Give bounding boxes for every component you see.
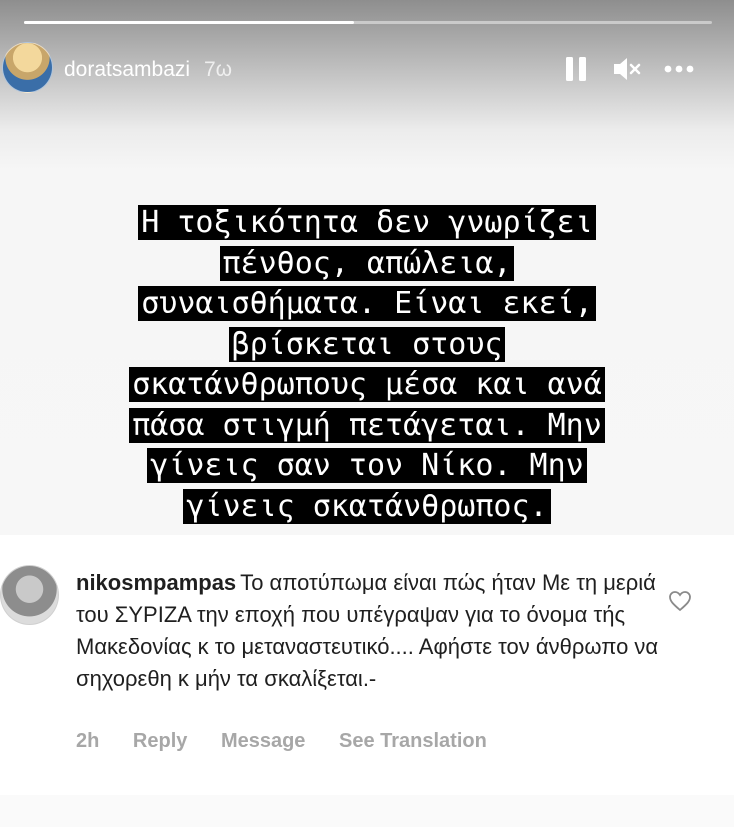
message-button[interactable]: Message	[221, 730, 306, 752]
story-text-line: Η τοξικότητα δεν γνωρίζει	[60, 203, 674, 244]
more-icon[interactable]	[662, 52, 696, 86]
story-progress-bar	[24, 21, 712, 24]
comment-time: 2h	[76, 730, 100, 752]
story-text-line: βρίσκεται στους	[60, 325, 674, 366]
story-username[interactable]: doratsambazi	[64, 58, 190, 82]
comment-avatar[interactable]	[0, 565, 59, 625]
story-progress-fill	[24, 21, 355, 24]
story-text-line: γίνεις σκατάνθρωπος.	[60, 487, 674, 528]
story-text-line: σκατάνθρωπους μέσα και ανά	[60, 365, 674, 406]
story-text-line: συναισθήματα. Είναι εκεί,	[60, 284, 674, 325]
heart-icon[interactable]	[668, 590, 692, 612]
comment-body: nikosmpampas Το αποτύπωμα είναι πώς ήταν …	[76, 567, 666, 695]
comment-username[interactable]: nikosmpampas	[76, 570, 236, 595]
story-text-line: πάσα στιγμή πετάγεται. Μην	[60, 406, 674, 447]
comment-actions: 2h Reply Message See Translation	[76, 730, 515, 753]
story-view: doratsambazi 7ω Η τοξικότητα δεν γνωρίζε…	[0, 0, 734, 535]
see-translation-button[interactable]: See Translation	[339, 730, 487, 752]
story-text: Η τοξικότητα δεν γνωρίζει πένθος, απώλει…	[60, 203, 674, 527]
story-text-line: γίνεις σαν τον Νίκο. Μην	[60, 446, 674, 487]
reply-button[interactable]: Reply	[133, 730, 187, 752]
pause-icon[interactable]	[560, 52, 594, 86]
story-text-line: πένθος, απώλεια,	[60, 244, 674, 285]
story-avatar[interactable]	[2, 42, 53, 93]
bottom-spacer	[0, 795, 734, 827]
mute-icon[interactable]	[610, 52, 644, 86]
story-time-ago: 7ω	[204, 58, 233, 81]
